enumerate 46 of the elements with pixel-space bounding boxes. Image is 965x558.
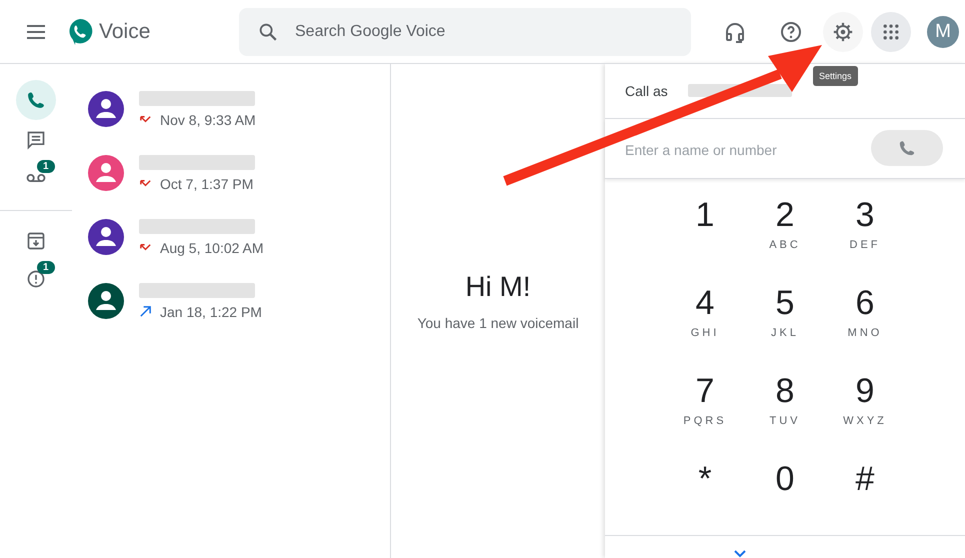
welcome-title: Hi M!	[465, 271, 531, 303]
keypad-key[interactable]: 3 DEF	[825, 189, 905, 271]
call-item[interactable]: Aug 5, 10:02 AM	[72, 205, 390, 269]
search-field[interactable]: Search Google Voice	[239, 8, 691, 56]
count-badge: 1	[37, 160, 55, 173]
keypad-key[interactable]: 0	[745, 453, 825, 535]
settings-button[interactable]	[823, 12, 863, 52]
spam-icon	[26, 269, 46, 289]
call-item[interactable]: Nov 8, 9:33 AM	[72, 77, 390, 141]
keypad-key[interactable]: #	[825, 453, 905, 535]
spam-nav-button[interactable]: 1	[16, 259, 56, 299]
account-avatar[interactable]: M	[927, 16, 959, 48]
chevron-icon	[734, 550, 746, 558]
call-time: Nov 8, 9:33 AM	[160, 112, 256, 128]
keypad-key[interactable]: 2 ABC	[745, 189, 825, 271]
call-as-label: Call as	[625, 82, 668, 99]
voicemail-nav-button[interactable]: 1	[16, 158, 56, 198]
voicemail-icon	[26, 174, 46, 182]
message-icon	[26, 130, 46, 150]
keypad-key[interactable]: 7 PQRS	[665, 365, 745, 447]
keypad-key[interactable]: 8 TUV	[745, 365, 825, 447]
keypad-key[interactable]: 5 JKL	[745, 277, 825, 359]
app-logo-icon	[67, 18, 93, 46]
keypad-key[interactable]: 6 MNO	[825, 277, 905, 359]
apps-button[interactable]	[871, 12, 911, 52]
call-time: Aug 5, 10:02 AM	[160, 240, 264, 256]
keypad-key[interactable]: 4 GHI	[665, 277, 745, 359]
archive-icon	[26, 231, 46, 251]
call-item[interactable]: Oct 7, 1:37 PM	[72, 141, 390, 205]
voicemail-notice: You have 1 new voicemail	[417, 315, 579, 331]
call-time: Jan 18, 1:22 PM	[160, 304, 262, 320]
call-time: Oct 7, 1:37 PM	[160, 176, 254, 192]
help-icon[interactable]	[779, 20, 803, 44]
call-button[interactable]	[871, 130, 943, 166]
keypad-key[interactable]: 1	[665, 189, 745, 271]
settings-icon	[832, 20, 854, 42]
grid-icon	[881, 22, 901, 42]
phone-icon	[26, 90, 46, 110]
phone-icon	[898, 139, 916, 158]
keypad-key[interactable]: 9 WXYZ	[825, 365, 905, 447]
call-item[interactable]: Jan 18, 1:22 PM	[72, 269, 390, 333]
settings-tooltip: Settings	[813, 66, 858, 86]
app-name: Voice	[99, 20, 152, 44]
keypad-key[interactable]: *	[665, 453, 745, 535]
calls-nav-button[interactable]	[16, 80, 56, 120]
count-badge: 1	[37, 261, 55, 274]
